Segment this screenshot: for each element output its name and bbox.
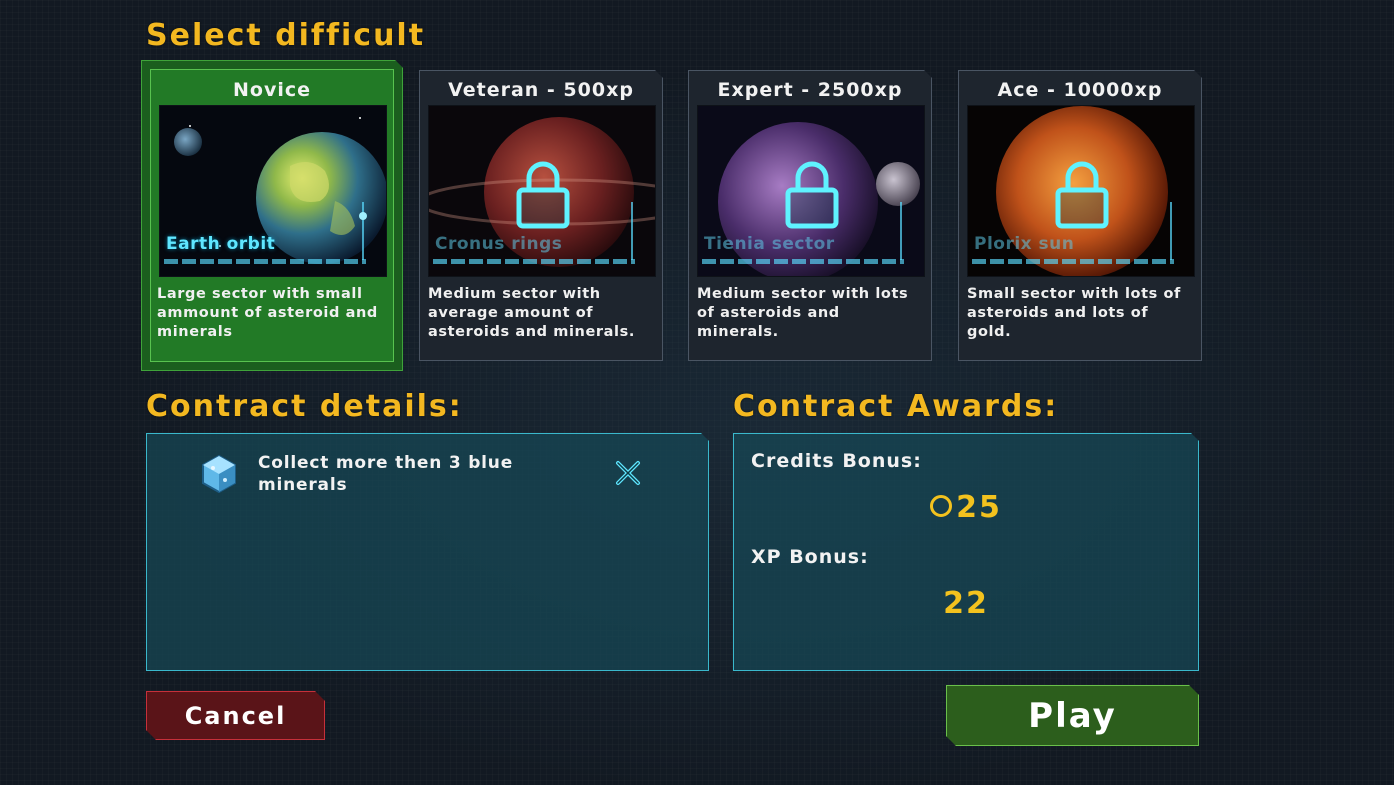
credit-coin-icon — [930, 495, 952, 517]
card-title: Veteran - 500xp — [448, 79, 634, 101]
cancel-button[interactable]: Cancel — [146, 691, 325, 740]
card-title: Ace - 10000xp — [997, 79, 1163, 101]
card-description: Small sector with lots of asteroids and … — [967, 286, 1181, 340]
difficulty-card-ace[interactable]: Ace - 10000xp Plorix sun Small sector wi… — [958, 70, 1202, 361]
lock-icon — [1054, 156, 1110, 230]
blue-mineral-icon — [199, 454, 239, 494]
card-description: Large sector with small ammount of aster… — [157, 286, 378, 340]
contract-awards-heading: Contract Awards: — [733, 389, 1059, 424]
hud-bar-decoration — [702, 259, 904, 264]
tienia-planet-image: Tienia sector — [697, 105, 925, 277]
plorix-sun-image: Plorix sun — [967, 105, 1195, 277]
credits-bonus-value: 25 — [956, 490, 1002, 525]
location-name: Plorix sun — [974, 234, 1075, 254]
difficulty-card-veteran[interactable]: Veteran - 500xp Cronus rings Medium sect… — [419, 70, 663, 361]
credits-bonus-value-row: 25 — [734, 490, 1198, 525]
hud-line-decoration — [362, 202, 364, 260]
location-name: Earth orbit — [166, 234, 276, 254]
page-title: Select difficult — [146, 18, 426, 53]
lock-icon — [784, 156, 840, 230]
card-description: Medium sector with average amount of ast… — [428, 286, 635, 340]
hud-line-decoration — [631, 202, 633, 260]
cronus-planet-image: Cronus rings — [428, 105, 656, 277]
close-icon[interactable] — [613, 458, 643, 488]
difficulty-card-novice[interactable]: Novice Earth orbit Large sector with sma… — [141, 60, 403, 371]
play-button[interactable]: Play — [946, 685, 1199, 746]
hud-bar-decoration — [164, 259, 366, 264]
contract-details-heading: Contract details: — [146, 389, 463, 424]
contract-awards-panel: Credits Bonus: 25 XP Bonus: 22 — [733, 433, 1199, 671]
hud-bar-decoration — [433, 259, 635, 264]
xp-bonus-label: XP Bonus: — [751, 546, 869, 568]
contract-details-panel: Collect more then 3 blue minerals — [146, 433, 709, 671]
hud-line-decoration — [900, 202, 902, 260]
difficulty-select-screen: ​ ​ Select difficult Novice — [0, 0, 1394, 785]
card-description: Medium sector with lots of asteroids and… — [697, 286, 909, 340]
earth-planet-image: Earth orbit — [159, 105, 387, 277]
objective-text: Collect more then 3 blue minerals — [258, 453, 514, 495]
location-name: Cronus rings — [435, 234, 563, 254]
card-title: Novice — [232, 79, 311, 101]
difficulty-card-expert[interactable]: Expert - 2500xp Tienia sector Medium sec… — [688, 70, 932, 361]
credits-bonus-label: Credits Bonus: — [751, 450, 922, 472]
lock-icon — [515, 156, 571, 230]
hud-dot-decoration — [359, 212, 367, 220]
hud-bar-decoration — [972, 259, 1174, 264]
hud-line-decoration — [1170, 202, 1172, 260]
xp-bonus-value: 22 — [943, 586, 989, 621]
card-title: Expert - 2500xp — [717, 79, 903, 101]
location-name: Tienia sector — [704, 234, 835, 254]
